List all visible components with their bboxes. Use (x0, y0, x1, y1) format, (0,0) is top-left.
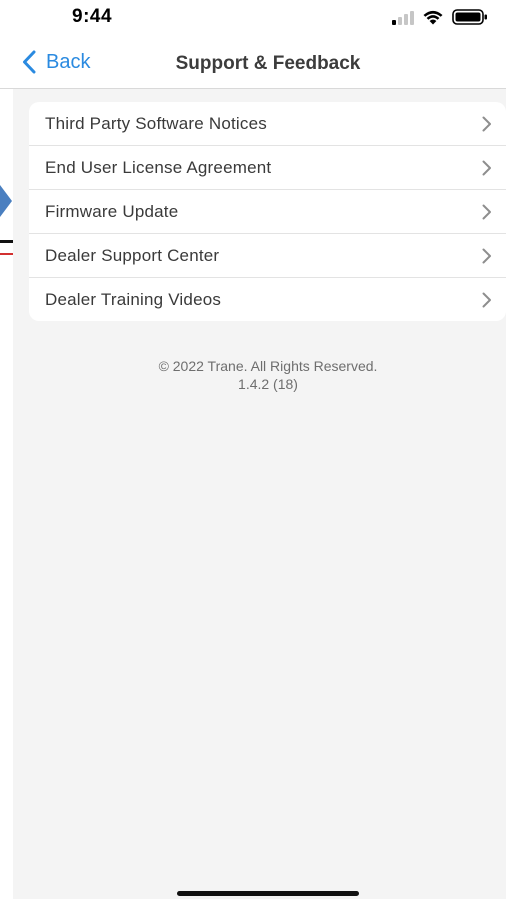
menu-item-third-party-software-notices[interactable]: Third Party Software Notices (29, 102, 506, 146)
battery-icon (452, 9, 487, 25)
content-area: Third Party Software Notices End User Li… (13, 89, 506, 899)
menu-item-dealer-training-videos[interactable]: Dealer Training Videos (29, 278, 506, 321)
status-time: 9:44 (72, 6, 113, 27)
nav-bar: Back Support & Feedback (0, 40, 506, 89)
menu-item-label: Dealer Support Center (45, 245, 220, 265)
menu-item-label: Third Party Software Notices (45, 113, 267, 133)
wifi-icon (423, 10, 443, 25)
copyright-text: © 2022 Trane. All Rights Reserved. (158, 358, 378, 374)
menu-item-dealer-support-center[interactable]: Dealer Support Center (29, 234, 506, 278)
menu-item-end-user-license-agreement[interactable]: End User License Agreement (29, 146, 506, 190)
menu-item-label: Firmware Update (45, 201, 179, 221)
status-bar: 9:44 (0, 0, 506, 40)
home-indicator[interactable] (177, 891, 359, 896)
version-text: 1.4.2 (18) (238, 376, 298, 392)
menu-item-label: Dealer Training Videos (45, 289, 222, 309)
menu-list: Third Party Software Notices End User Li… (29, 102, 506, 321)
chevron-right-icon (482, 248, 491, 264)
background-screen-edge (0, 89, 13, 899)
chevron-right-icon (482, 160, 491, 176)
chevron-right-icon (482, 204, 491, 220)
status-icons (392, 9, 488, 25)
chevron-right-icon (482, 292, 491, 308)
signal-icon (392, 11, 414, 25)
menu-item-label: End User License Agreement (45, 157, 272, 177)
menu-item-firmware-update[interactable]: Firmware Update (29, 190, 506, 234)
page-title: Support & Feedback (175, 53, 361, 74)
chevron-right-icon (482, 116, 491, 132)
